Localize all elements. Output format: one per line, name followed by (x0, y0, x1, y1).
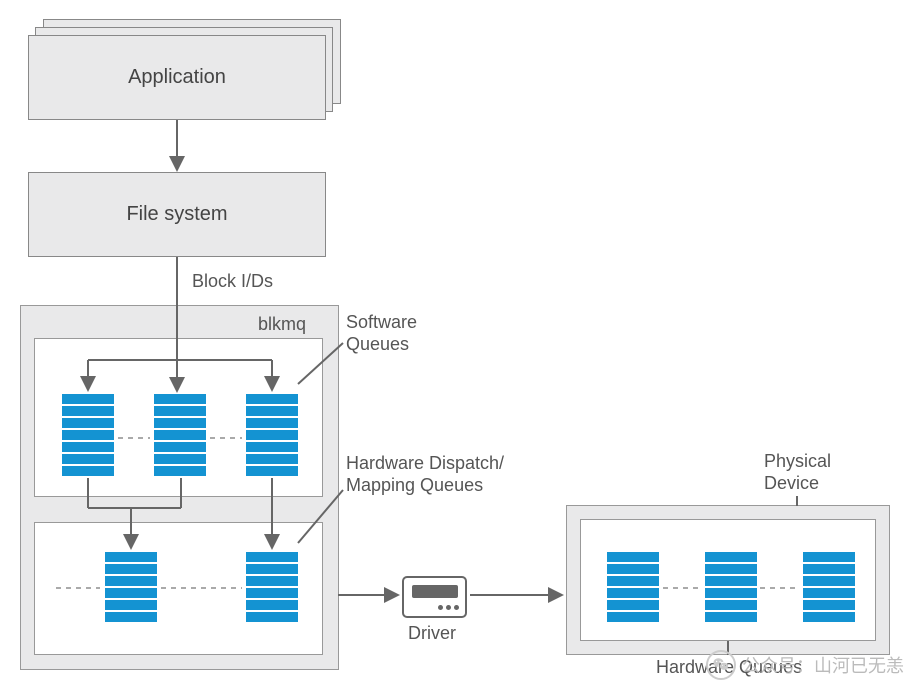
hw-queue-1 (607, 552, 659, 622)
application-box: Application (28, 35, 326, 120)
hw-queue-3 (803, 552, 855, 622)
mapping-queue-2 (246, 552, 298, 622)
software-queues-label: Software Queues (346, 312, 417, 355)
application-label: Application (128, 66, 226, 89)
driver-label: Driver (408, 623, 456, 645)
watermark: 公众号：山河已无恙 (706, 650, 904, 680)
driver-icon (402, 576, 467, 618)
block-ids-label: Block I/Ds (192, 271, 273, 293)
software-queue-1 (62, 394, 114, 476)
physical-device-label: Physical Device (764, 451, 831, 494)
hw-queue-2 (705, 552, 757, 622)
mapping-queues-label: Hardware Dispatch/ Mapping Queues (346, 453, 504, 496)
wechat-icon (706, 650, 736, 680)
software-queue-2 (154, 394, 206, 476)
watermark-text: 公众号：山河已无恙 (742, 652, 904, 678)
filesystem-box: File system (28, 172, 326, 257)
software-queue-3 (246, 394, 298, 476)
blkmq-label: blkmq (258, 314, 306, 336)
mapping-queue-1 (105, 552, 157, 622)
filesystem-label: File system (126, 203, 227, 226)
